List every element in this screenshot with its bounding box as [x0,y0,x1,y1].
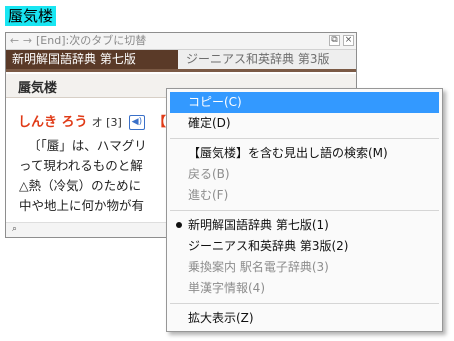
context-menu: コピー(C) 確定(D) 【蜃気楼】を含む見出し語の検索(M) 戻る(B) 進む… [166,88,443,332]
forward-arrow-icon[interactable]: → [21,33,34,49]
entry-line: △熱（冷気）のために [19,178,142,193]
restore-icon[interactable]: ⧉ [329,35,340,46]
nav-bar: ← → [End]:次のタブに切替 ⧉ × [6,33,356,50]
entry-bracket: 【 [153,115,167,130]
menu-item-copy[interactable]: コピー(C) [170,92,439,113]
speaker-icon[interactable]: ◀) [128,115,145,130]
menu-item-confirm[interactable]: 確定(D) [170,113,439,134]
headword: 蜃気楼 [18,81,58,96]
tab-bar: 新明解国語辞典 第七版 ジーニアス和英辞典 第3版 [6,50,356,72]
entry-reading: しんき ろう [18,115,88,130]
menu-item-dict-kanji[interactable]: 単漢字情報(4) [170,278,439,299]
menu-item-search-headwords[interactable]: 【蜃気楼】を含む見出し語の検索(M) [170,143,439,164]
menu-separator [170,138,439,139]
accent-mark: オ [3] [91,116,122,129]
checked-bullet-icon [176,222,182,228]
nav-hint: [End]:次のタブに切替 [36,34,147,47]
entry-line: って現われるものと解 [19,158,143,173]
menu-item-dict-transfer[interactable]: 乗換案内 駅名電子辞典(3) [170,257,439,278]
menu-item-back[interactable]: 戻る(B) [170,164,439,185]
menu-item-dict-genius[interactable]: ジーニアス和英辞典 第3版(2) [170,236,439,257]
tab-genius[interactable]: ジーニアス和英辞典 第3版 [186,50,329,69]
tab-shinmeikai[interactable]: 新明解国語辞典 第七版 [6,50,178,69]
menu-separator [170,210,439,211]
selected-word: 蜃気楼 [5,6,57,26]
menu-separator [170,303,439,304]
entry-line: 中や地上に何か物が有 [19,198,145,213]
entry-header: しんき ろう オ [3] ◀) 【 [18,112,166,134]
entry-line: 〔「蜃」は、ハマグリ [28,138,147,153]
menu-item-forward[interactable]: 進む(F) [170,185,439,206]
close-icon[interactable]: × [343,35,354,46]
menu-item-zoom[interactable]: 拡大表示(Z) [170,308,439,329]
menu-item-label: 新明解国語辞典 第七版(1) [188,218,329,232]
search-icon[interactable]: ⌕ [12,223,17,236]
back-arrow-icon[interactable]: ← [8,33,21,49]
menu-item-dict-shinmeikai[interactable]: 新明解国語辞典 第七版(1) [170,215,439,236]
